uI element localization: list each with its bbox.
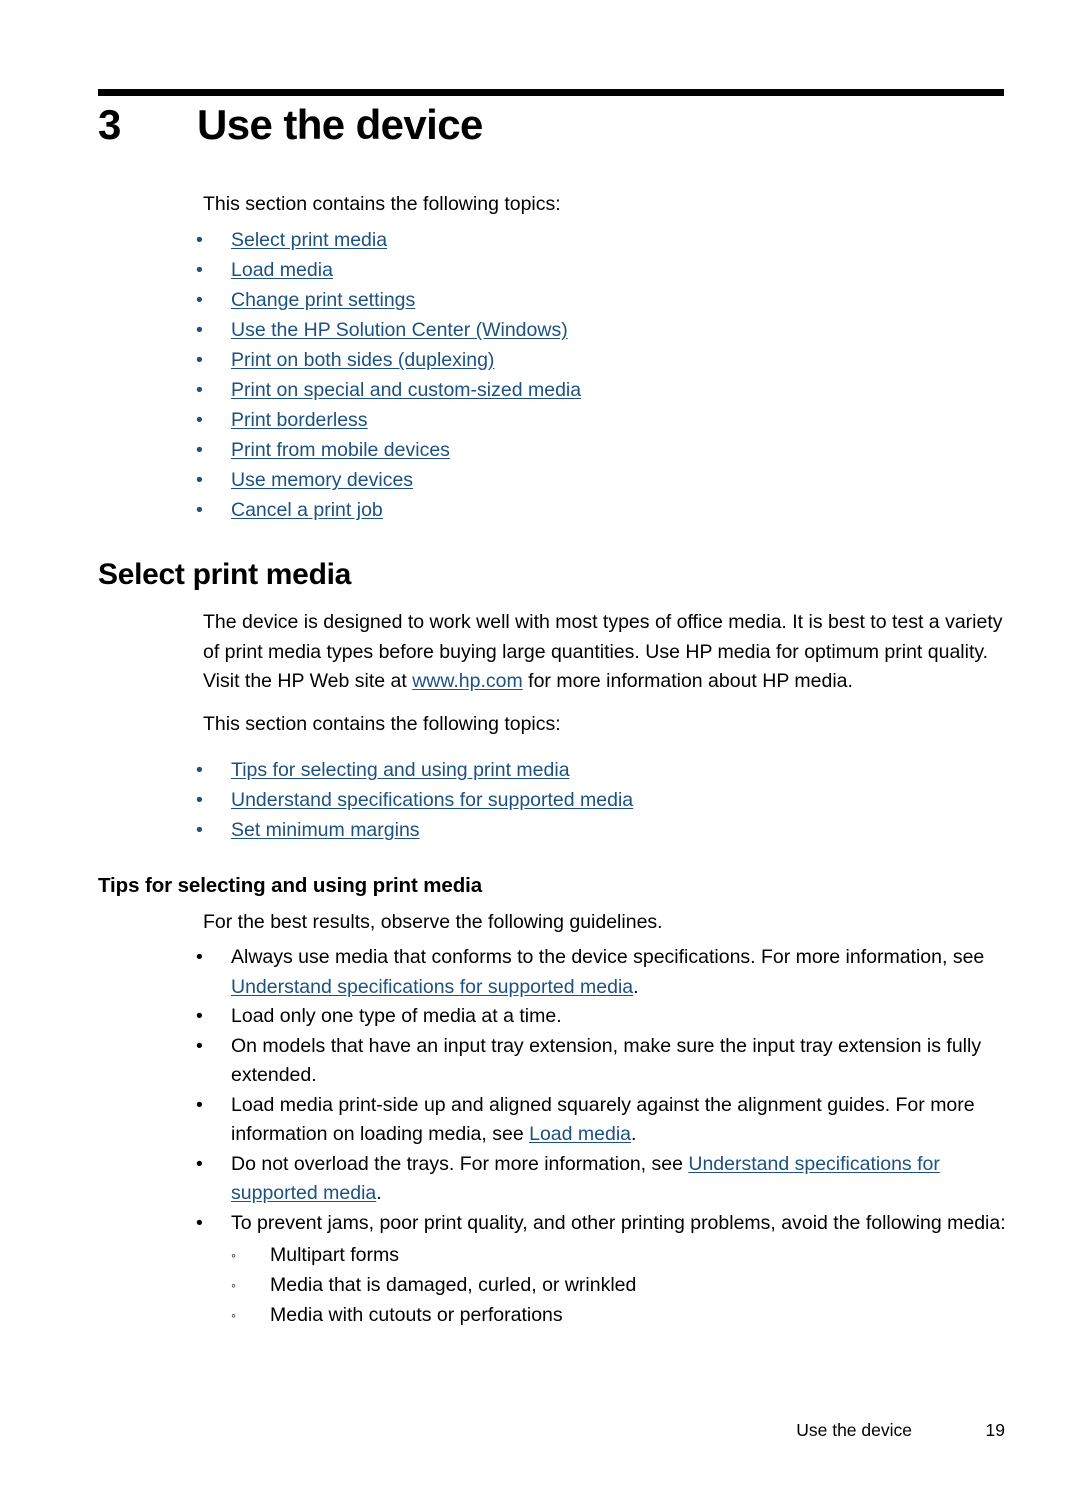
- bullet-text: On models that have an input tray extens…: [231, 1034, 982, 1087]
- link-print-from-mobile-devices[interactable]: Print from mobile devices: [231, 439, 450, 461]
- link-tips-selecting-using-print-media[interactable]: Tips for selecting and using print media: [231, 759, 570, 781]
- list-item[interactable]: • Use the HP Solution Center (Windows): [196, 315, 1006, 345]
- list-item[interactable]: • Load media: [196, 255, 1006, 285]
- link-print-both-sides[interactable]: Print on both sides (duplexing): [231, 349, 494, 371]
- link-use-hp-solution-center[interactable]: Use the HP Solution Center (Windows): [231, 319, 568, 341]
- bullet-icon: •: [196, 789, 203, 811]
- paragraph-text-part2: for more information about HP media.: [522, 670, 853, 692]
- bullet-text-tail: .: [633, 975, 639, 998]
- bullet-icon: •: [196, 1211, 203, 1234]
- hollow-bullet-icon: ◦: [231, 1247, 236, 1263]
- tips-intro-paragraph: For the best results, observe the follow…: [203, 911, 663, 933]
- link-cancel-a-print-job[interactable]: Cancel a print job: [231, 499, 383, 521]
- bullet-text: Always use media that conforms to the de…: [231, 946, 985, 968]
- avoid-media-sub-list: ◦ Multipart forms ◦ Media that is damage…: [231, 1240, 1008, 1330]
- list-item: • To prevent jams, poor print quality, a…: [196, 1209, 1008, 1331]
- sub-bullet-text: Multipart forms: [270, 1244, 399, 1266]
- bullet-text: Load only one type of media at a time.: [231, 1005, 562, 1027]
- list-item[interactable]: • Understand specifications for supporte…: [196, 785, 1006, 815]
- bullet-icon: •: [196, 499, 203, 521]
- link-print-borderless[interactable]: Print borderless: [231, 409, 368, 431]
- intro-paragraph: This section contains the following topi…: [203, 193, 561, 215]
- section-paragraph: The device is designed to work well with…: [203, 608, 1003, 697]
- bullet-icon: •: [196, 319, 203, 341]
- bullet-icon: •: [196, 1152, 203, 1175]
- list-item: ◦ Media with cutouts or perforations: [231, 1300, 1008, 1330]
- bullet-icon: •: [196, 409, 203, 431]
- bullet-icon: •: [196, 349, 203, 371]
- link-use-memory-devices[interactable]: Use memory devices: [231, 469, 413, 491]
- section-topics-intro: This section contains the following topi…: [203, 713, 561, 735]
- bullet-text-tail: .: [631, 1123, 637, 1145]
- list-item[interactable]: • Print on special and custom-sized medi…: [196, 375, 1006, 405]
- link-print-special-custom-media[interactable]: Print on special and custom-sized media: [231, 379, 581, 401]
- list-item[interactable]: • Select print media: [196, 225, 1006, 255]
- list-item[interactable]: • Print on both sides (duplexing): [196, 345, 1006, 375]
- sub-bullet-text: Media that is damaged, curled, or wrinkl…: [270, 1274, 637, 1296]
- link-change-print-settings[interactable]: Change print settings: [231, 289, 415, 311]
- list-item: • On models that have an input tray exte…: [196, 1032, 1008, 1091]
- bullet-icon: •: [196, 1093, 203, 1116]
- list-item: • Do not overload the trays. For more in…: [196, 1150, 1008, 1209]
- bullet-text: To prevent jams, poor print quality, and…: [231, 1211, 1006, 1234]
- list-item: ◦ Multipart forms: [231, 1240, 1008, 1270]
- bullet-icon: •: [196, 819, 203, 841]
- bullet-icon: •: [196, 469, 203, 491]
- tips-bullet-list: • Always use media that conforms to the …: [196, 943, 1008, 1330]
- bullet-icon: •: [196, 259, 203, 281]
- link-select-print-media[interactable]: Select print media: [231, 229, 387, 251]
- list-item: • Always use media that conforms to the …: [196, 943, 1008, 1002]
- bullet-icon: •: [196, 759, 203, 781]
- chapter-rule: [98, 89, 1004, 96]
- bullet-text-tail: .: [376, 1182, 382, 1204]
- chapter-title: Use the device: [197, 101, 483, 148]
- subsection-heading-tips: Tips for selecting and using print media: [98, 874, 483, 897]
- footer-page-number: 19: [985, 1420, 1005, 1440]
- link-understand-specifications[interactable]: Understand specifications for supported …: [231, 976, 633, 998]
- bullet-text: Do not overload the trays. For more info…: [231, 1152, 689, 1175]
- topic-link-list: • Select print media • Load media • Chan…: [196, 225, 1006, 525]
- list-item: • Load media print-side up and aligned s…: [196, 1091, 1008, 1150]
- footer-chapter-label: Use the device: [796, 1420, 912, 1440]
- list-item: • Load only one type of media at a time.: [196, 1002, 1008, 1032]
- list-item[interactable]: • Print from mobile devices: [196, 435, 1006, 465]
- chapter-header: 3 Use the device: [98, 101, 1008, 149]
- list-item[interactable]: • Print borderless: [196, 405, 1006, 435]
- list-item[interactable]: • Cancel a print job: [196, 495, 1006, 525]
- sub-bullet-text: Media with cutouts or perforations: [270, 1304, 563, 1326]
- hollow-bullet-icon: ◦: [231, 1277, 236, 1293]
- link-understand-specifications[interactable]: Understand specifications for supported …: [231, 789, 633, 811]
- chapter-number: 3: [98, 101, 121, 148]
- list-item[interactable]: • Set minimum margins: [196, 815, 1006, 845]
- link-hp-website[interactable]: www.hp.com: [412, 670, 523, 692]
- bullet-icon: •: [196, 1005, 203, 1027]
- link-load-media[interactable]: Load media: [231, 259, 333, 281]
- section-heading-select-print-media: Select print media: [98, 558, 352, 591]
- link-load-media[interactable]: Load media: [529, 1123, 631, 1145]
- hollow-bullet-icon: ◦: [231, 1307, 236, 1323]
- bullet-icon: •: [196, 229, 203, 251]
- page-footer: Use the device 19: [0, 1418, 1080, 1448]
- section-topic-link-list: • Tips for selecting and using print med…: [196, 755, 1006, 845]
- bullet-icon: •: [196, 379, 203, 401]
- list-item[interactable]: • Use memory devices: [196, 465, 1006, 495]
- bullet-icon: •: [196, 946, 203, 968]
- document-page: 3 Use the device This section contains t…: [0, 0, 1080, 1495]
- bullet-icon: •: [196, 439, 203, 461]
- list-item[interactable]: • Tips for selecting and using print med…: [196, 755, 1006, 785]
- bullet-icon: •: [196, 289, 203, 311]
- list-item: ◦ Media that is damaged, curled, or wrin…: [231, 1270, 1008, 1300]
- list-item[interactable]: • Change print settings: [196, 285, 1006, 315]
- bullet-icon: •: [196, 1034, 203, 1057]
- link-set-minimum-margins[interactable]: Set minimum margins: [231, 819, 420, 841]
